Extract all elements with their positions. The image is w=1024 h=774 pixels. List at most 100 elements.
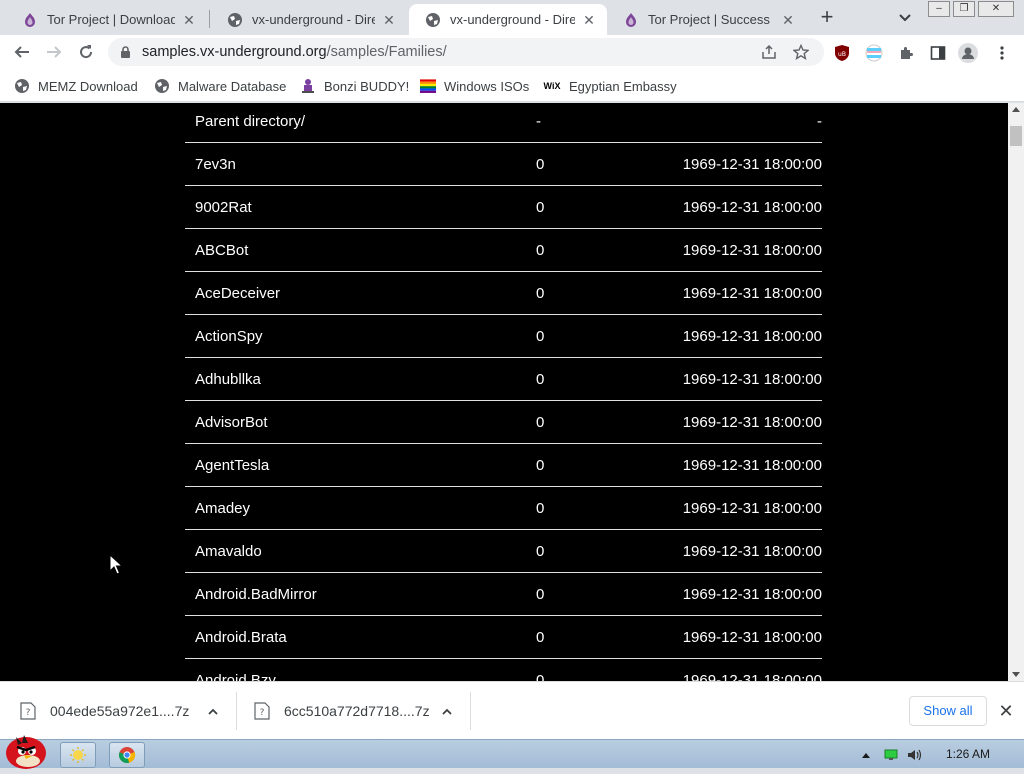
minimize-button[interactable]: –	[928, 1, 950, 17]
file-date: 1969-12-31 18:00:00	[682, 328, 822, 345]
onion-icon	[623, 12, 639, 28]
scroll-down-arrow[interactable]	[1012, 672, 1020, 677]
start-button-angry-bird-icon[interactable]	[2, 731, 48, 769]
bookmark-bonzi-buddy[interactable]: Bonzi BUDDY!	[300, 76, 409, 96]
more-menu-icon[interactable]	[992, 43, 1012, 63]
address-bar[interactable]: samples.vx-underground.org/samples/Famil…	[108, 38, 824, 66]
tab-strip: Tor Project | Download ✕ vx-underground …	[0, 0, 1024, 35]
network-icon[interactable]	[883, 747, 899, 763]
tray-expand-icon[interactable]	[860, 747, 872, 763]
close-icon[interactable]: ✕	[381, 12, 397, 28]
extension-flag-icon[interactable]	[864, 43, 884, 63]
file-date: 1969-12-31 18:00:00	[682, 500, 822, 517]
table-row[interactable]: AceDeceiver 0 1969-12-31 18:00:00	[185, 272, 822, 315]
scroll-thumb[interactable]	[1010, 126, 1022, 146]
ublock-icon[interactable]: uB	[832, 43, 852, 63]
file-name-link[interactable]: Amavaldo	[195, 543, 262, 560]
vertical-scrollbar[interactable]	[1008, 103, 1024, 681]
svg-text:?: ?	[260, 708, 265, 718]
globe-icon	[154, 78, 170, 94]
taskbar-chrome-button[interactable]	[109, 742, 145, 768]
file-size: 0	[536, 500, 545, 517]
bookmark-label: Bonzi BUDDY!	[324, 78, 410, 94]
close-window-button[interactable]: ✕	[978, 1, 1014, 17]
download-filename: 004ede55a972e1....7z	[50, 703, 190, 719]
file-name-link[interactable]: Android.Bzy	[195, 672, 276, 681]
file-size: -	[536, 113, 541, 130]
table-row[interactable]: Android.BadMirror 0 1969-12-31 18:00:00	[185, 573, 822, 616]
table-row[interactable]: AgentTesla 0 1969-12-31 18:00:00	[185, 444, 822, 487]
restore-button[interactable]: ❐	[953, 1, 975, 17]
globe-icon	[14, 78, 30, 94]
url-text[interactable]: samples.vx-underground.org/samples/Famil…	[142, 44, 447, 60]
bookmark-label: Windows ISOs	[444, 78, 530, 94]
table-row[interactable]: 7ev3n 0 1969-12-31 18:00:00	[185, 143, 822, 186]
close-icon[interactable]: ✕	[581, 12, 597, 28]
browser-toolbar: samples.vx-underground.org/samples/Famil…	[0, 35, 1024, 70]
file-name-link[interactable]: 7ev3n	[195, 156, 236, 173]
back-button[interactable]	[9, 39, 35, 65]
parent-directory-row[interactable]: Parent directory/ - -	[185, 103, 822, 143]
table-row[interactable]: 9002Rat 0 1969-12-31 18:00:00	[185, 186, 822, 229]
share-icon[interactable]	[760, 43, 778, 61]
scroll-up-arrow[interactable]	[1012, 107, 1020, 112]
file-name-link[interactable]: Parent directory/	[195, 113, 305, 130]
puzzle-icon[interactable]	[896, 43, 916, 63]
file-name-link[interactable]: Android.Brata	[195, 629, 287, 646]
bookmark-malware-database[interactable]: Malware Database	[154, 76, 286, 96]
bookmark-egyptian-embassy[interactable]: WiX Egyptian Embassy	[543, 76, 677, 96]
new-tab-button[interactable]: +	[816, 6, 838, 29]
table-row[interactable]: AdvisorBot 0 1969-12-31 18:00:00	[185, 401, 822, 444]
file-size: 0	[536, 328, 545, 345]
file-date: 1969-12-31 18:00:00	[682, 242, 822, 259]
tab-vx-underground-1[interactable]: vx-underground - Direc ✕	[211, 4, 407, 35]
lock-icon[interactable]	[120, 46, 131, 64]
file-date: -	[817, 113, 822, 130]
show-all-button[interactable]: Show all	[909, 696, 987, 726]
chevron-down-icon[interactable]	[896, 8, 914, 26]
file-name-link[interactable]: 9002Rat	[195, 199, 252, 216]
file-name-link[interactable]: Amadey	[195, 500, 250, 517]
file-name-link[interactable]: AgentTesla	[195, 457, 269, 474]
taskbar-clock[interactable]: 1:26 AM	[946, 747, 990, 761]
table-row[interactable]: ActionSpy 0 1969-12-31 18:00:00	[185, 315, 822, 358]
volume-icon[interactable]	[905, 747, 923, 763]
profile-avatar-icon[interactable]	[958, 43, 978, 63]
download-divider	[236, 692, 237, 730]
forward-button[interactable]	[41, 39, 67, 65]
file-name-link[interactable]: ActionSpy	[195, 328, 263, 345]
tab-tor-download[interactable]: Tor Project | Download ✕	[6, 4, 207, 35]
arrow-left-icon	[14, 46, 29, 58]
table-row[interactable]: Amadey 0 1969-12-31 18:00:00	[185, 487, 822, 530]
bookmark-memz-download[interactable]: MEMZ Download	[14, 76, 138, 96]
file-date: 1969-12-31 18:00:00	[682, 543, 822, 560]
tab-tor-success[interactable]: Tor Project | Success ✕	[607, 4, 806, 35]
reload-button[interactable]	[73, 39, 99, 65]
file-size: 0	[536, 371, 545, 388]
close-download-shelf-button[interactable]: ✕	[997, 702, 1015, 720]
bookmark-star-icon[interactable]	[792, 43, 810, 61]
file-name-link[interactable]: ABCBot	[195, 242, 248, 259]
side-panel-icon[interactable]	[928, 43, 948, 63]
folder-sun-icon	[70, 747, 86, 763]
file-name-link[interactable]: AdvisorBot	[195, 414, 268, 431]
table-row[interactable]: Amavaldo 0 1969-12-31 18:00:00	[185, 530, 822, 573]
download-shelf: ? 004ede55a972e1....7z ? 6cc510a772d7718…	[0, 681, 1024, 739]
bookmark-windows-isos[interactable]: Windows ISOs	[420, 76, 529, 96]
close-icon[interactable]: ✕	[780, 12, 796, 28]
globe-icon	[425, 12, 441, 28]
tab-vx-underground-active[interactable]: vx-underground - Direc ✕	[409, 4, 607, 35]
file-name-link[interactable]: AceDeceiver	[195, 285, 280, 302]
table-row[interactable]: Android.Brata 0 1969-12-31 18:00:00	[185, 616, 822, 659]
download-item[interactable]: ? 6cc510a772d7718....7z	[254, 682, 430, 740]
chevron-up-icon[interactable]	[440, 705, 454, 724]
file-name-link[interactable]: Android.BadMirror	[195, 586, 317, 603]
table-row[interactable]: Adhubllka 0 1969-12-31 18:00:00	[185, 358, 822, 401]
download-divider	[470, 692, 471, 730]
taskbar-explorer-button[interactable]	[60, 742, 96, 768]
file-name-link[interactable]: Adhubllka	[195, 371, 261, 388]
table-row[interactable]: Android.Bzy 0 1969-12-31 18:00:00	[185, 659, 822, 681]
chevron-up-icon[interactable]	[206, 705, 220, 724]
close-icon[interactable]: ✕	[181, 12, 197, 28]
table-row[interactable]: ABCBot 0 1969-12-31 18:00:00	[185, 229, 822, 272]
